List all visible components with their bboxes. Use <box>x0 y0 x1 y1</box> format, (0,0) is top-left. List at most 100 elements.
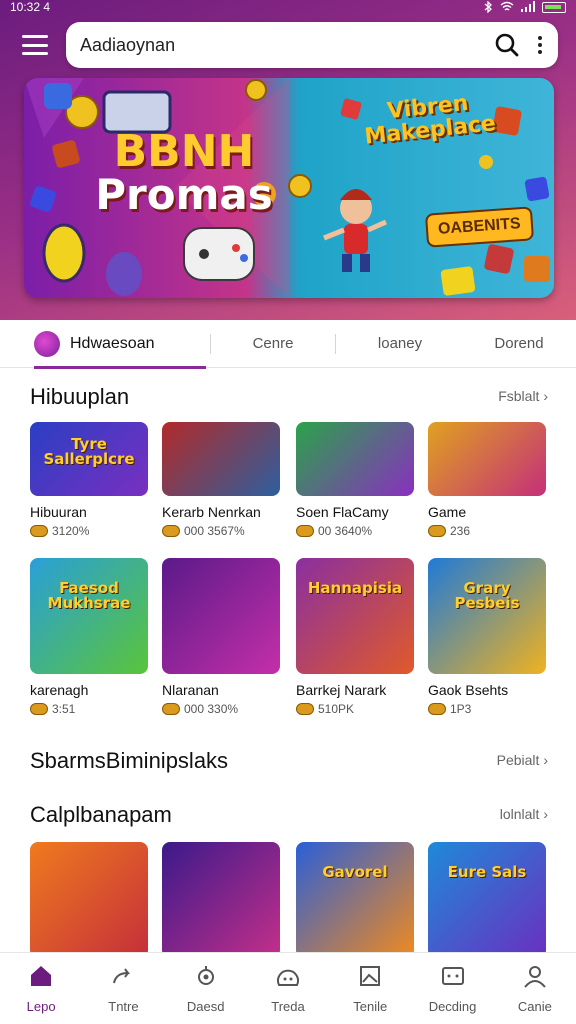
game-stats-value: 1P3 <box>450 702 472 716</box>
nav-item-image[interactable]: Tenile <box>329 953 411 1024</box>
banner-title-line2: Promas <box>95 170 273 219</box>
nav-label: Treda <box>271 999 305 1014</box>
wifi-icon <box>500 1 514 11</box>
menu-icon[interactable] <box>22 35 48 55</box>
game-card[interactable]: Kerarb Nenrkan 000 3567% <box>162 422 280 538</box>
game-title: karenagh <box>30 682 89 698</box>
game-stats: 1P3 <box>428 702 546 716</box>
home-icon <box>31 966 52 986</box>
thumbnail-title: Hannapisia <box>307 579 403 598</box>
see-all-link[interactable]: Fsblalt › <box>498 388 548 404</box>
battery-icon <box>542 1 566 13</box>
game-stats: 000 3567% <box>162 524 280 538</box>
game-stats: 510PK <box>296 702 414 716</box>
game-card[interactable]: Faesod Mukhsrae karenagh 3:51 <box>30 558 148 716</box>
thumbnail-title: Gavorel <box>322 863 388 882</box>
nav-item-settings[interactable]: Daesd <box>165 953 247 1024</box>
search-icon[interactable] <box>494 32 520 58</box>
game-card[interactable]: Tyre Sallerplcre Hibuuran 3120% <box>30 422 148 538</box>
see-all-link[interactable]: lolnlalt › <box>500 806 548 822</box>
game-card[interactable]: Nlaranan 000 330% <box>162 558 280 716</box>
more-options-icon[interactable] <box>538 36 544 54</box>
banner-title-line1: BBNH <box>113 126 255 177</box>
game-card[interactable]: Game 236 <box>428 422 546 538</box>
settings-icon <box>197 966 214 985</box>
see-all-label: Fsblalt <box>498 388 540 404</box>
game-stats-value: 510PK <box>318 702 355 716</box>
chart-icon <box>277 969 299 986</box>
signal-icon <box>521 1 535 12</box>
game-card[interactable] <box>162 842 280 958</box>
nav-label: Daesd <box>186 999 225 1014</box>
tab-label: Cenre <box>252 335 294 352</box>
game-title: Kerarb Nenrkan <box>162 504 261 520</box>
game-stats-value: 3:51 <box>52 702 76 716</box>
game-thumbnail: Tyre Sallerplcre <box>30 422 148 496</box>
promo-banner[interactable]: BBNH Promas Vibren Makeplace OABENITS <box>24 78 554 298</box>
coin-icon <box>162 525 180 537</box>
nav-item-home[interactable]: Lepo <box>0 953 82 1024</box>
nav-label: Lepo <box>26 999 56 1014</box>
game-thumbnail <box>428 422 546 496</box>
tab-label: Hdwaesoan <box>70 334 155 352</box>
game-card[interactable]: Soen FlaCamy 00 3640% <box>296 422 414 538</box>
game-title: Game <box>428 504 467 520</box>
game-card[interactable]: Eure Sals <box>428 842 546 958</box>
nav-label: Decding <box>428 999 477 1014</box>
see-all-label: lolnlalt <box>499 806 540 822</box>
person-icon <box>524 966 546 988</box>
game-card[interactable] <box>30 842 148 958</box>
tab-label: loaney <box>377 335 423 352</box>
game-title: Hibuuran <box>30 504 87 520</box>
game-thumbnail <box>30 842 148 958</box>
bluetooth-icon <box>484 1 492 13</box>
tab-dorend[interactable]: Dorend <box>464 320 574 368</box>
gamepad-icon <box>441 967 464 985</box>
tab-loaney[interactable]: loaney <box>336 320 464 368</box>
bottom-nav: Lepo Tntre Daesd Treda Tenile Decding Ca… <box>0 952 576 1024</box>
share-icon <box>113 968 131 984</box>
tab-hdwaesoan[interactable]: Hdwaesoan <box>0 320 210 369</box>
game-thumbnail <box>162 558 280 674</box>
game-stats: 3:51 <box>30 702 148 716</box>
coin-icon <box>30 525 48 537</box>
see-all-link[interactable]: Pebialt › <box>497 752 548 768</box>
game-card[interactable]: Hannapisia Barrkej Narark 510PK <box>296 558 414 716</box>
game-thumbnail: Gavorel <box>296 842 414 958</box>
game-title: Barrkej Narark <box>296 682 387 698</box>
nav-item-profile[interactable]: Canie <box>494 953 576 1024</box>
thumbnail-title: Eure Sals <box>447 863 527 882</box>
game-stats-value: 000 330% <box>184 702 239 716</box>
section-title: Hibuuplan <box>30 384 130 409</box>
nav-label: Tenile <box>353 999 388 1014</box>
status-icons <box>482 1 566 13</box>
search-input-value: Aadiaoynan <box>80 34 176 55</box>
thumbnail-title: Grary Pesbeis <box>454 579 520 613</box>
game-thumbnail <box>296 422 414 496</box>
section-title: Calplbanapam <box>30 802 172 827</box>
coin-icon <box>30 703 48 715</box>
game-stats: 236 <box>428 524 546 538</box>
game-stats-value: 3120% <box>52 524 90 538</box>
search-input[interactable]: Aadiaoynan <box>66 22 558 68</box>
game-card[interactable]: Gavorel <box>296 842 414 958</box>
game-stats: 00 3640% <box>296 524 414 538</box>
nav-label: Tntre <box>108 999 139 1014</box>
status-bar: 10:32 4 <box>0 0 576 14</box>
game-stats-value: 00 3640% <box>318 524 373 538</box>
banner-title-left: BBNH Promas <box>94 130 274 216</box>
coin-icon <box>162 703 180 715</box>
nav-item-gamepad[interactable]: Decding <box>411 953 493 1024</box>
game-thumbnail: Eure Sals <box>428 842 546 958</box>
nav-item-chart[interactable]: Treda <box>247 953 329 1024</box>
game-card[interactable]: Grary Pesbeis Gaok Bsehts 1P3 <box>428 558 546 716</box>
tab-cenre[interactable]: Cenre <box>211 320 335 368</box>
game-stats-value: 236 <box>450 524 471 538</box>
game-thumbnail <box>162 842 280 958</box>
coin-icon <box>296 703 314 715</box>
nav-item-share[interactable]: Tntre <box>82 953 164 1024</box>
game-thumbnail <box>162 422 280 496</box>
game-title: Nlaranan <box>162 682 219 698</box>
coin-icon <box>428 703 446 715</box>
game-title: Soen FlaCamy <box>296 504 389 520</box>
